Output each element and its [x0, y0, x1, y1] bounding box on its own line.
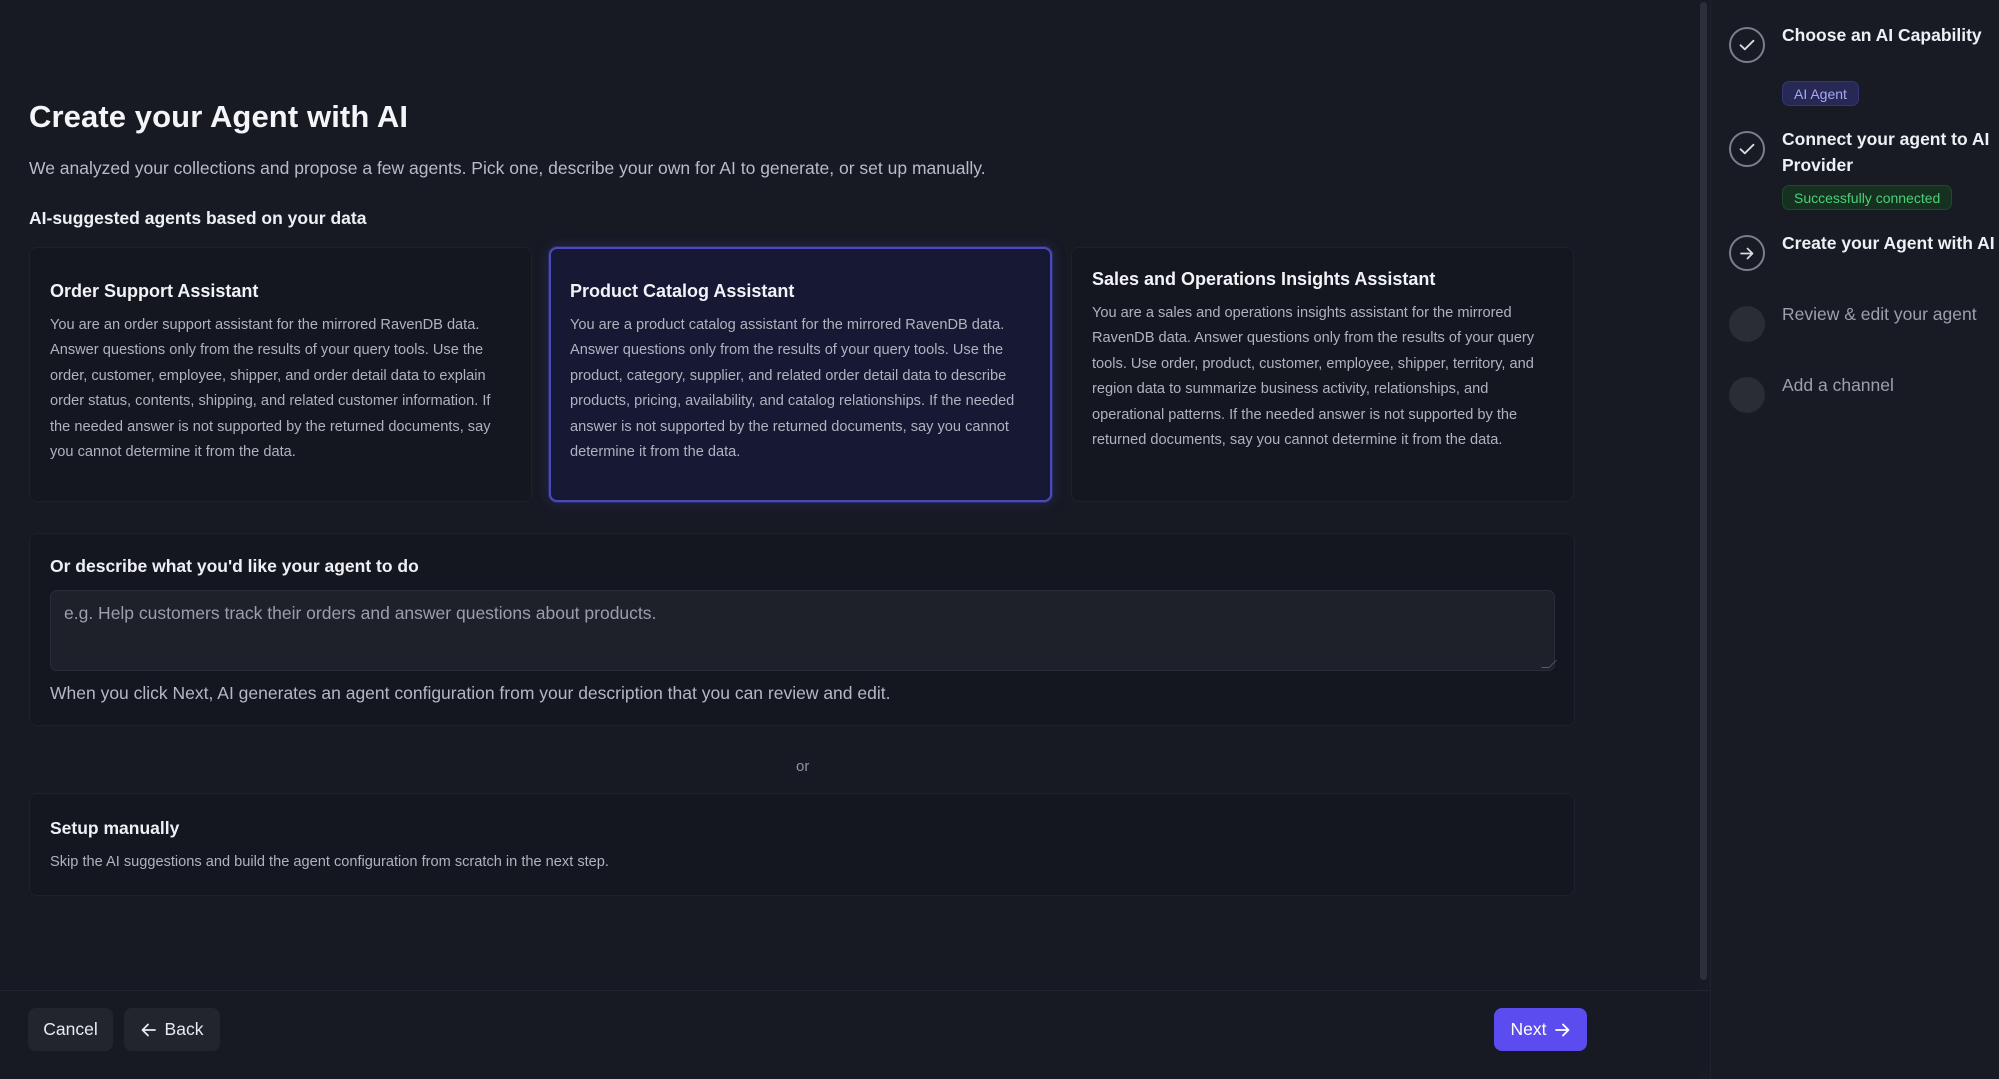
card-description: You are a sales and operations insights …: [1092, 305, 1535, 449]
step-status-circle: [1729, 235, 1765, 271]
step-title: Connect your agent to AI Provider: [1782, 129, 1990, 175]
footer-bar: [0, 990, 1710, 1069]
arrow-left-icon: [141, 1023, 156, 1037]
cancel-button[interactable]: Cancel: [28, 1008, 113, 1051]
page-subtitle: We analyzed your collections and propose…: [29, 158, 986, 178]
setup-manually-option[interactable]: Setup manually Skip the AI suggestions a…: [29, 793, 1575, 896]
step-status-circle: [1729, 131, 1765, 167]
step-title: Review & edit your agent: [1782, 304, 1977, 324]
step-title: Create your Agent with AI: [1782, 233, 1995, 253]
setup-manually-description: Skip the AI suggestions and build the ag…: [50, 854, 609, 870]
arrow-right-icon: [1555, 1023, 1570, 1037]
wizard-steps-sidebar: Choose an AI Capability AI Agent Connect…: [1710, 0, 1999, 1079]
step-status-circle: [1729, 27, 1765, 63]
card-title: Product Catalog Assistant: [570, 281, 795, 301]
cancel-label: Cancel: [43, 1019, 98, 1039]
main-content: Create your Agent with AI We analyzed yo…: [0, 0, 1707, 1079]
back-label: Back: [164, 1019, 204, 1039]
arrow-right-icon: [1740, 247, 1754, 259]
card-title: Sales and Operations Insights Assistant: [1092, 269, 1436, 289]
card-description: You are an order support assistant for t…: [50, 317, 491, 461]
suggestions-heading: AI-suggested agents based on your data: [29, 208, 367, 228]
describe-agent-panel: Or describe what you'd like your agent t…: [29, 533, 1575, 726]
check-icon: [1739, 39, 1755, 51]
next-label: Next: [1510, 1019, 1547, 1039]
describe-agent-help: When you click Next, AI generates an age…: [50, 683, 891, 703]
or-divider: or: [796, 758, 810, 775]
step-title: Choose an AI Capability: [1782, 25, 1982, 45]
suggestion-card-sales-operations[interactable]: Sales and Operations Insights Assistant …: [1071, 247, 1574, 502]
next-button[interactable]: Next: [1494, 1008, 1587, 1051]
step-status-circle: [1729, 306, 1765, 342]
step-status-circle: [1729, 377, 1765, 413]
step-badge: Successfully connected: [1782, 185, 1953, 210]
suggestion-card-order-support[interactable]: Order Support Assistant You are an order…: [29, 247, 532, 502]
page-title: Create your Agent with AI: [29, 99, 409, 134]
scrollbar[interactable]: [1697, 0, 1709, 984]
describe-agent-label: Or describe what you'd like your agent t…: [50, 556, 419, 576]
card-title: Order Support Assistant: [50, 281, 259, 301]
back-button[interactable]: Back: [124, 1008, 220, 1051]
setup-manually-title: Setup manually: [50, 818, 180, 838]
describe-agent-input[interactable]: [50, 590, 1555, 671]
card-description: You are a product catalog assistant for …: [570, 317, 1015, 461]
step-title: Add a channel: [1782, 375, 1894, 395]
suggestion-card-product-catalog[interactable]: Product Catalog Assistant You are a prod…: [549, 247, 1052, 502]
scrollbar-thumb[interactable]: [1700, 2, 1707, 980]
step-badge: AI Agent: [1782, 81, 1859, 106]
check-icon: [1739, 143, 1755, 155]
